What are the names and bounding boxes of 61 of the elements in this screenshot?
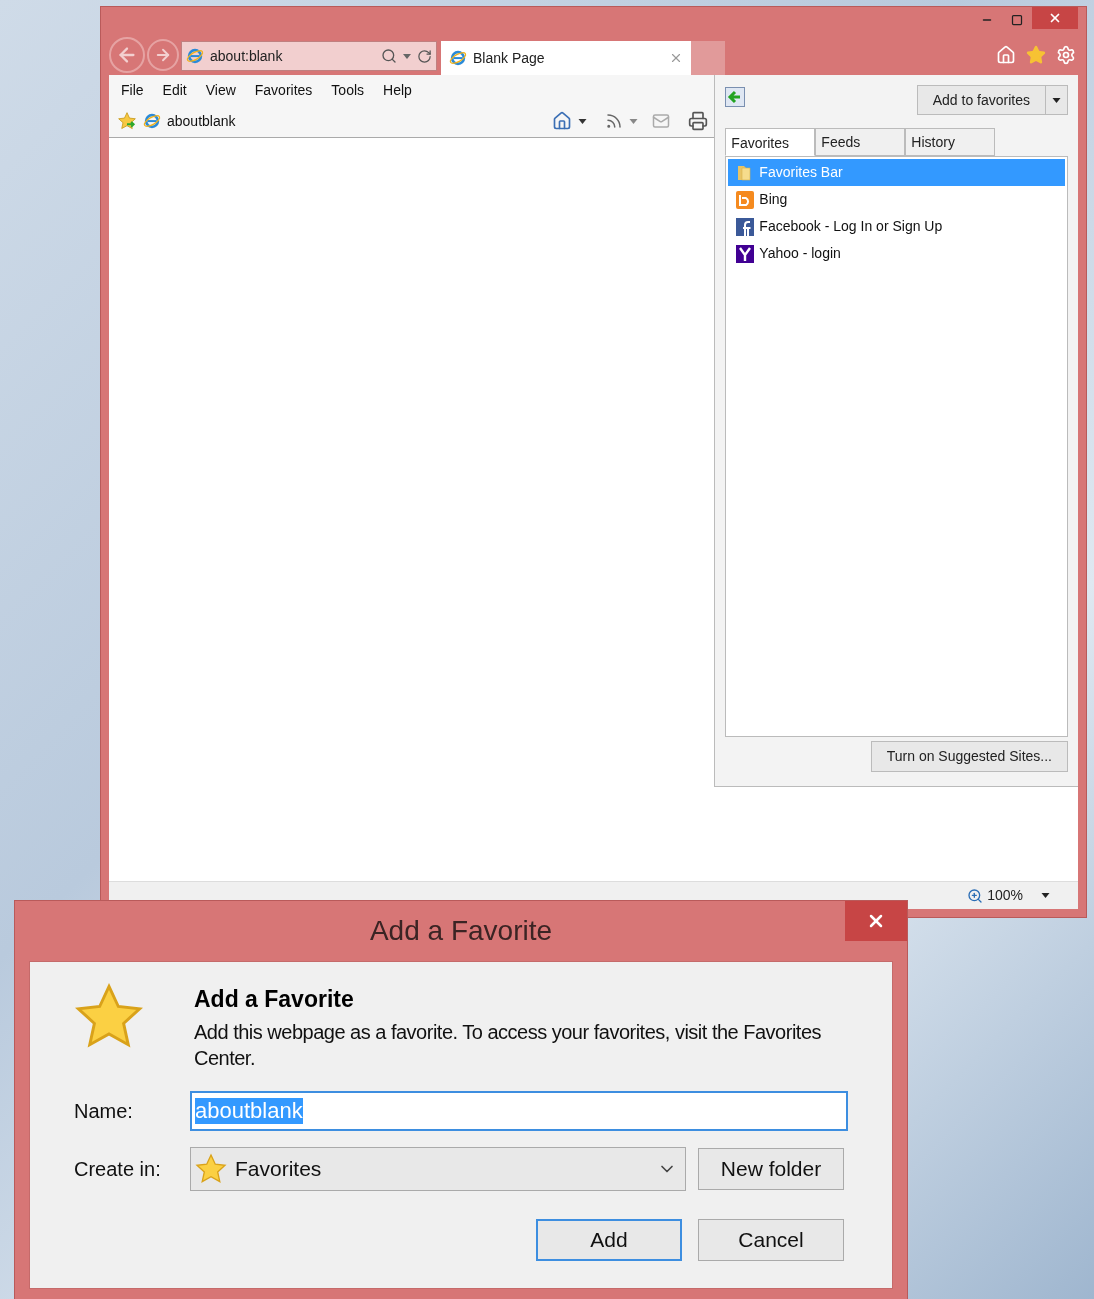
- panel-tab[interactable]: Favorites: [725, 128, 816, 156]
- home-icon[interactable]: [996, 45, 1016, 65]
- pin-panel-icon[interactable]: [725, 87, 746, 107]
- dropdown-arrow-icon: [1052, 97, 1061, 103]
- panel-tab[interactable]: Feeds: [815, 128, 906, 156]
- favorites-list-item[interactable]: Facebook - Log In or Sign Up: [728, 213, 1065, 240]
- dialog-description: Add this webpage as a favorite. To access your favorites, visit the Favorites Center.: [194, 1019, 822, 1071]
- dialog-heading: Add a Favorite: [194, 985, 355, 1014]
- create-in-label: Create in:: [74, 1156, 162, 1182]
- browser-logo-icon: [186, 47, 204, 65]
- settings-icon[interactable]: [1056, 45, 1076, 65]
- mail-icon[interactable]: [652, 112, 671, 130]
- refresh-icon[interactable]: [417, 48, 432, 64]
- print-icon[interactable]: [688, 111, 709, 131]
- menu-item[interactable]: File: [121, 79, 144, 101]
- search-icon[interactable]: [381, 48, 397, 64]
- new-folder-button[interactable]: New folder: [698, 1147, 844, 1190]
- favorites-star-icon[interactable]: [1026, 45, 1046, 65]
- name-value: aboutblank: [195, 1097, 303, 1124]
- add-options-dropdown[interactable]: [1046, 85, 1068, 115]
- favorites-list-item[interactable]: Yahoo - login: [728, 240, 1065, 267]
- menu-item[interactable]: Help: [383, 79, 412, 101]
- maximize-icon: [1011, 14, 1023, 26]
- tab-title: Blank Page: [473, 48, 546, 68]
- zoom-icon[interactable]: [967, 887, 984, 904]
- menu-item[interactable]: Edit: [162, 79, 187, 101]
- dialog-button[interactable]: Add: [536, 1218, 682, 1261]
- address-bar[interactable]: about:blank: [181, 41, 437, 71]
- dialog-button[interactable]: Cancel: [698, 1218, 844, 1261]
- browser-tab[interactable]: Blank Page: [441, 41, 691, 75]
- dialog-title: Add a Favorite: [368, 914, 554, 948]
- folder-dropdown[interactable]: Favorites: [190, 1146, 686, 1191]
- close-tab-icon[interactable]: [669, 51, 683, 65]
- back-button[interactable]: [109, 37, 145, 73]
- zoom-level[interactable]: 100%: [987, 885, 1023, 906]
- menu-item[interactable]: Tools: [331, 79, 365, 101]
- close-button[interactable]: [845, 901, 907, 941]
- suggested-sites-button[interactable]: Turn on Suggested Sites...: [870, 741, 1068, 772]
- forward-button[interactable]: [147, 39, 179, 71]
- menu-item[interactable]: Favorites: [254, 79, 313, 101]
- dropdown-arrow-icon[interactable]: [578, 118, 588, 124]
- star-icon: [195, 1152, 227, 1185]
- close-button[interactable]: [1032, 7, 1078, 29]
- feed-icon[interactable]: [605, 112, 624, 130]
- browser-logo-icon: [449, 49, 467, 67]
- site-logo-icon: [736, 244, 755, 263]
- browser-logo-icon: [143, 112, 161, 130]
- address-text: about:blank: [210, 46, 284, 66]
- favorites-list-item[interactable]: Bing: [728, 186, 1065, 213]
- panel-tab[interactable]: History: [905, 128, 996, 156]
- menu-item[interactable]: View: [205, 79, 236, 101]
- site-logo-icon: [736, 190, 755, 209]
- name-label: Name:: [74, 1098, 134, 1124]
- site-logo-icon: [736, 217, 755, 236]
- close-icon: [1048, 11, 1062, 25]
- dropdown-arrow-icon[interactable]: [1041, 893, 1050, 898]
- favorites-bar-link[interactable]: aboutblank: [143, 110, 236, 132]
- home-icon[interactable]: [552, 111, 573, 131]
- add-favorite-icon[interactable]: [117, 111, 137, 131]
- forward-arrow-icon: [154, 46, 172, 64]
- add-to-favorites-button[interactable]: Add to favorites: [916, 85, 1046, 115]
